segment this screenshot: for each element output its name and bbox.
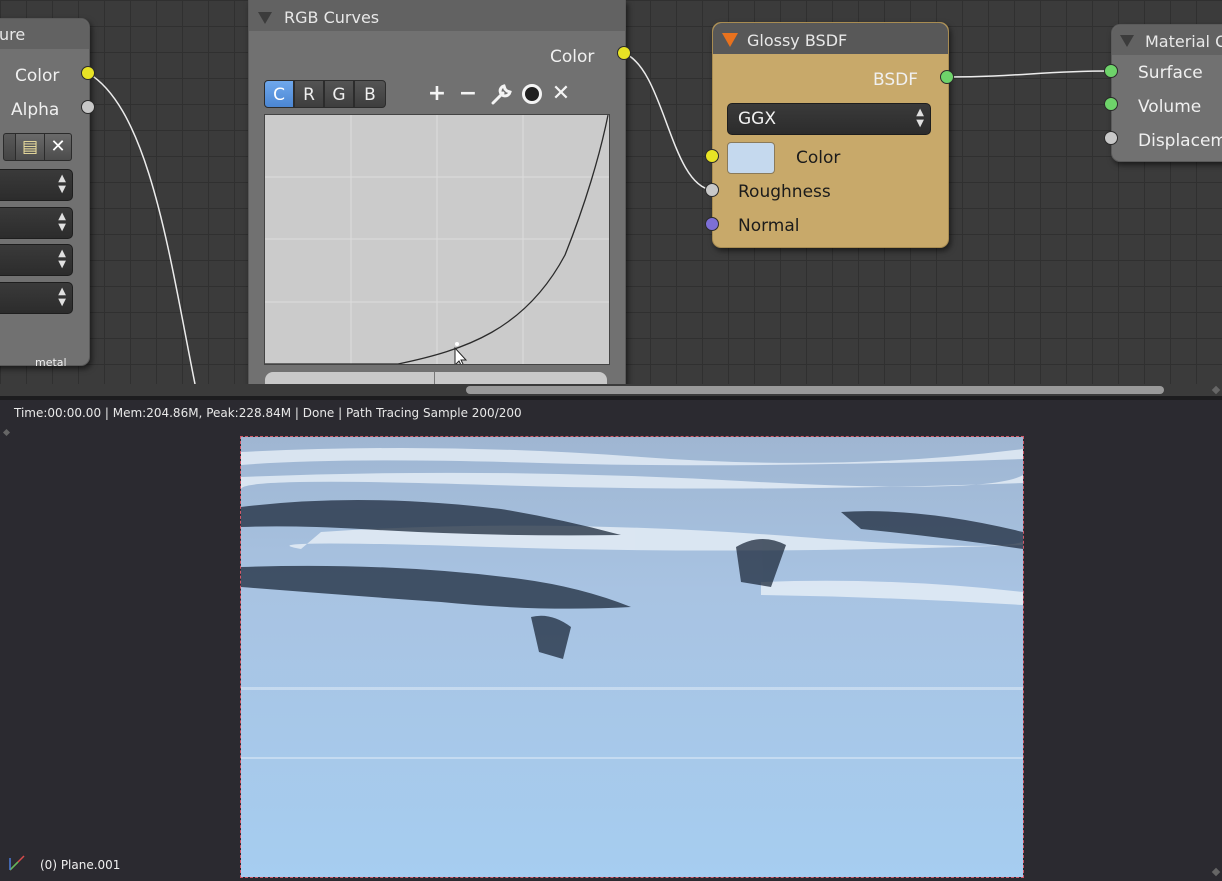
- distribution-value: GGX: [738, 109, 776, 129]
- texture-dropdown-4[interactable]: ▲ ▼: [0, 282, 73, 314]
- glossy-color-socket[interactable]: [705, 149, 719, 163]
- glossy-input-normal: Normal: [738, 216, 800, 236]
- glossy-input-roughness: Roughness: [738, 182, 831, 202]
- material-input-volume: Volume: [1138, 97, 1202, 117]
- curve-graph-canvas[interactable]: [265, 115, 609, 364]
- reset-view-icon[interactable]: [519, 80, 545, 108]
- glossy-bsdf-output-socket[interactable]: [940, 70, 954, 84]
- material-input-displacement: Displacem: [1138, 131, 1222, 151]
- material-displacement-socket[interactable]: [1104, 131, 1118, 145]
- rgb-curves-lower-divider: [434, 372, 435, 384]
- channel-b-button[interactable]: B: [354, 80, 386, 108]
- material-volume-socket[interactable]: [1104, 97, 1118, 111]
- link-curves-to-roughness: [623, 52, 713, 191]
- glossy-normal-socket[interactable]: [705, 217, 719, 231]
- glossy-input-color: Color: [796, 148, 841, 168]
- texture-alpha-socket[interactable]: [81, 100, 95, 114]
- render-status-text: Time:00:00.00 | Mem:204.86M, Peak:228.84…: [14, 406, 522, 420]
- link-bsdf-to-surface: [946, 70, 1112, 78]
- node-editor[interactable]: ure Color Alpha ▤ ✕ ▲ ▼ ▲ ▼ ▲ ▼ ▲ ▼ metal RG…: [0, 0, 1222, 384]
- rgb-curves-color-socket[interactable]: [617, 46, 631, 60]
- color-swatch[interactable]: [727, 142, 775, 174]
- active-object-label: (0) Plane.001: [40, 858, 121, 872]
- render-status-bar: Time:00:00.00 | Mem:204.86M, Peak:228.84…: [0, 400, 1222, 426]
- channel-g-button[interactable]: G: [324, 80, 354, 108]
- link-texture-color: [87, 72, 196, 384]
- collapse-triangle-icon[interactable]: [1120, 35, 1134, 47]
- channel-c-button[interactable]: C: [264, 80, 294, 108]
- add-point-icon[interactable]: +: [424, 80, 450, 108]
- material-input-surface: Surface: [1138, 63, 1203, 83]
- rgb-curves-lower-field[interactable]: [265, 372, 607, 384]
- glossy-output-bsdf: BSDF: [873, 70, 919, 90]
- material-surface-socket[interactable]: [1104, 64, 1118, 78]
- rendered-image: [240, 436, 1024, 878]
- updown-arrows-icon: ▲ ▼: [58, 211, 66, 233]
- updown-arrows-icon: ▲ ▼: [58, 286, 66, 308]
- material-output-node[interactable]: Material O Surface Volume Displacem: [1111, 24, 1222, 162]
- texture-output-alpha: Alpha: [11, 100, 60, 120]
- glossy-bsdf-title: Glossy BSDF: [747, 31, 848, 50]
- texture-dropdown-3[interactable]: ▲ ▼: [0, 244, 73, 276]
- texture-node[interactable]: ure Color Alpha ▤ ✕ ▲ ▼ ▲ ▼ ▲ ▼ ▲ ▼ metal: [0, 18, 90, 369]
- updown-arrows-icon: ▲ ▼: [58, 248, 66, 270]
- scrollbar-thumb[interactable]: [466, 386, 1164, 394]
- texture-output-color: Color: [15, 66, 60, 86]
- collapse-triangle-icon[interactable]: [258, 12, 272, 24]
- distribution-dropdown[interactable]: GGX ▲ ▼: [727, 103, 931, 135]
- area-split-corner-icon[interactable]: [1211, 385, 1221, 395]
- node-editor-scrollbar[interactable]: [0, 384, 1222, 396]
- collapse-triangle-icon[interactable]: [722, 33, 738, 47]
- texture-color-socket[interactable]: [81, 66, 95, 80]
- glossy-roughness-socket[interactable]: [705, 183, 719, 197]
- updown-arrows-icon: ▲ ▼: [58, 173, 66, 195]
- channel-r-button[interactable]: R: [294, 80, 324, 108]
- remove-point-icon[interactable]: −: [455, 80, 481, 108]
- rgb-curves-output-color: Color: [550, 47, 595, 67]
- open-image-icon[interactable]: ▤: [15, 133, 45, 161]
- texture-dropdown-1[interactable]: ▲ ▼: [0, 169, 73, 201]
- glossy-bsdf-node[interactable]: Glossy BSDF BSDF GGX ▲ ▼ Color Roughness …: [712, 22, 949, 248]
- rgb-curves-title: RGB Curves: [284, 8, 380, 27]
- curve-graph[interactable]: [264, 114, 610, 365]
- mouse-cursor-icon: [454, 346, 468, 364]
- texture-dropdown-2[interactable]: ▲ ▼: [0, 207, 73, 239]
- axis-gizmo-icon: [9, 855, 25, 871]
- rendered-water-surface: [241, 437, 1023, 877]
- material-output-title: Material O: [1145, 32, 1222, 51]
- wrench-icon[interactable]: [489, 80, 515, 108]
- delete-icon[interactable]: ✕: [548, 80, 574, 108]
- render-view[interactable]: (0) Plane.001: [0, 426, 1222, 881]
- curve-control-point: [455, 342, 459, 346]
- texture-footer-label: metal: [35, 356, 67, 369]
- updown-arrows-icon: ▲ ▼: [916, 107, 924, 129]
- area-split-corner-icon[interactable]: [1211, 867, 1221, 877]
- texture-node-title: ure: [0, 25, 26, 44]
- unlink-image-icon[interactable]: ✕: [44, 133, 72, 161]
- area-split-corner-icon[interactable]: [2, 428, 11, 437]
